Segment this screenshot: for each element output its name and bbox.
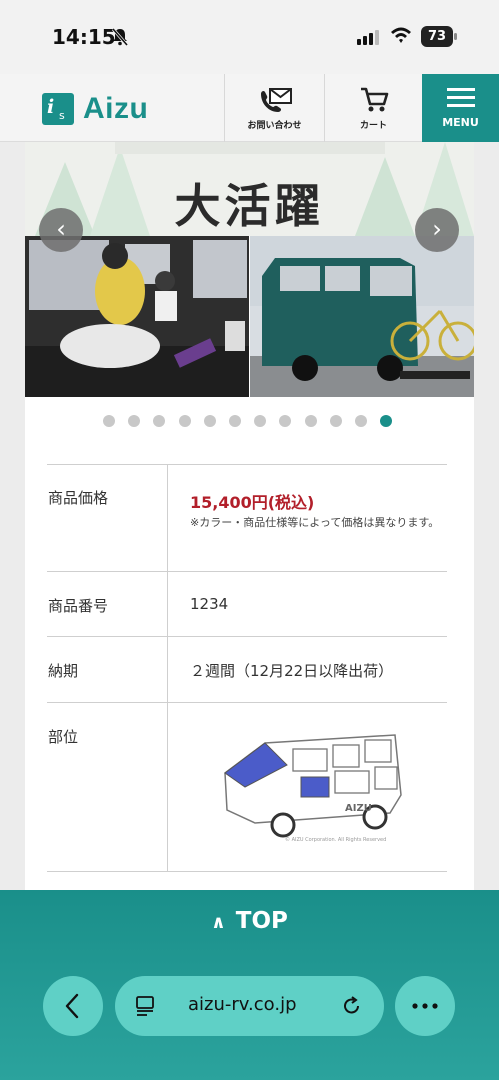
slider-dot[interactable] bbox=[354, 415, 367, 427]
spec-row-delivery: 納期 ２週間（12月22日以降出荷） bbox=[47, 636, 447, 702]
slider-dot[interactable] bbox=[153, 415, 166, 427]
browser-url-bar[interactable]: aizu-rv.co.jp bbox=[115, 976, 384, 1036]
slider-dot[interactable] bbox=[279, 415, 292, 427]
back-to-top-link[interactable]: ∧ TOP bbox=[0, 908, 499, 934]
spec-row-number: 商品番号 1234 bbox=[47, 571, 447, 636]
wifi-icon bbox=[391, 27, 411, 43]
number-label: 商品番号 bbox=[48, 597, 109, 615]
delivery-label: 納期 bbox=[48, 662, 79, 680]
spec-row-part: 部位 AIZU © AIZU Corporation. All Rights R… bbox=[47, 702, 447, 872]
site-logo[interactable]: is Aizu bbox=[42, 92, 148, 126]
chevron-left-icon bbox=[65, 993, 79, 1019]
slide-photo-interior bbox=[25, 236, 249, 397]
chevron-right-icon: › bbox=[432, 215, 442, 243]
reload-icon bbox=[344, 996, 359, 1014]
browser-back-button[interactable] bbox=[43, 976, 103, 1036]
slider-dot[interactable] bbox=[304, 415, 317, 427]
logo-text: Aizu bbox=[83, 92, 149, 125]
reader-icon bbox=[136, 996, 154, 1016]
cart-label: カート bbox=[359, 121, 387, 131]
menu-label: MENU bbox=[442, 116, 479, 129]
cart-icon bbox=[360, 87, 388, 112]
status-time: 14:15 bbox=[52, 25, 116, 49]
chevron-up-icon: ∧ bbox=[211, 912, 226, 933]
price-label: 商品価格 bbox=[48, 489, 109, 507]
slider-dot[interactable] bbox=[254, 415, 267, 427]
spec-table: 商品価格 15,400円(税込) ※カラー・商品仕様等によって価格は異なります。… bbox=[47, 464, 447, 872]
signal-icon bbox=[357, 30, 379, 45]
top-label: TOP bbox=[235, 908, 288, 934]
spec-row-price: 商品価格 15,400円(税込) ※カラー・商品仕様等によって価格は異なります。 bbox=[47, 464, 447, 571]
van-part-diagram: AIZU © AIZU Corporation. All Rights Rese… bbox=[224, 734, 402, 843]
slider-dot[interactable] bbox=[103, 415, 115, 427]
van-brand: AIZU bbox=[345, 803, 372, 814]
slider-dot[interactable] bbox=[203, 415, 216, 427]
slider-dot[interactable] bbox=[329, 415, 342, 427]
status-bar: 14:15 73 bbox=[0, 0, 499, 74]
logo-mark: is bbox=[42, 93, 74, 125]
cart-button[interactable]: カート bbox=[324, 74, 422, 142]
part-label: 部位 bbox=[48, 728, 79, 746]
product-content: 大活躍 ‹ › 商品価格 15,400円(税込) ※カラー・商品仕様等によって価… bbox=[25, 142, 474, 890]
delivery-value: ２週間（12月22日以降出荷） bbox=[190, 662, 394, 680]
slider-prev-button[interactable]: ‹ bbox=[39, 208, 83, 252]
slide-photo-van bbox=[250, 236, 474, 397]
slide-banner: 大活躍 bbox=[25, 142, 474, 236]
slider-dot[interactable] bbox=[178, 415, 191, 427]
battery-level: 73 bbox=[421, 26, 453, 47]
slider-dot[interactable] bbox=[228, 415, 241, 427]
price-note: ※カラー・商品仕様等によって価格は異なります。 bbox=[190, 516, 440, 529]
bottom-bar: ∧ TOP aizu-rv.co.jp bbox=[0, 890, 499, 1080]
van-copyright: © AIZU Corporation. All Rights Reserved bbox=[285, 836, 386, 843]
browser-more-button[interactable] bbox=[395, 976, 455, 1036]
contact-button[interactable]: お問い合わせ bbox=[224, 74, 324, 142]
contact-label: お問い合わせ bbox=[247, 121, 302, 131]
slider-next-button[interactable]: › bbox=[415, 208, 459, 252]
browser-url: aizu-rv.co.jp bbox=[188, 994, 297, 1015]
more-dots-icon bbox=[412, 1003, 438, 1009]
price-value: 15,400円(税込) bbox=[190, 493, 315, 512]
slider-pagination bbox=[103, 415, 405, 427]
number-value: 1234 bbox=[190, 595, 229, 613]
site-header: is Aizu お問い合わせ カート MENU bbox=[0, 74, 499, 142]
chevron-left-icon: ‹ bbox=[56, 215, 66, 243]
banner-title: 大活躍 bbox=[174, 179, 325, 233]
battery-icon: 73 bbox=[421, 26, 457, 47]
slider-dot-active[interactable] bbox=[380, 415, 393, 427]
menu-button[interactable]: MENU bbox=[422, 74, 499, 142]
slider-dot[interactable] bbox=[128, 415, 141, 427]
silent-bell-icon bbox=[111, 28, 129, 46]
hamburger-icon bbox=[446, 88, 475, 107]
phone-mail-icon bbox=[260, 88, 292, 112]
